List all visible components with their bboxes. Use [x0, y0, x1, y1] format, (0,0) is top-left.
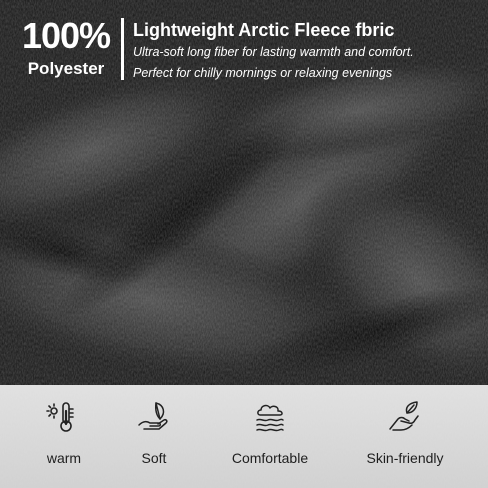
feature-skin-friendly: Skin-friendly — [352, 385, 458, 488]
feature-label-comfortable: Comfortable — [231, 450, 309, 466]
thermometer-sun-icon — [46, 402, 74, 432]
hand-leaf-icon — [389, 401, 419, 431]
feature-soft: Soft — [114, 385, 194, 488]
cloud-waves-icon — [256, 404, 284, 432]
feather-hand-icon — [138, 402, 168, 430]
header: 100% Polyester Lightweight Arctic Fleece… — [0, 0, 488, 96]
feature-label-soft: Soft — [141, 450, 167, 466]
feature-label-skin-friendly: Skin-friendly — [366, 450, 444, 466]
divider — [121, 18, 124, 80]
header-copy: Lightweight Arctic Fleece fbric Ultra-so… — [133, 18, 478, 84]
material-badge: 100% Polyester — [16, 16, 116, 80]
product-image: 100% Polyester Lightweight Arctic Fleece… — [0, 0, 488, 488]
badge-percent: 100% — [21, 15, 111, 56]
feature-warm: warm — [22, 385, 106, 488]
description-line-1: Ultra-soft long fiber for lasting warmth… — [133, 45, 414, 59]
badge-material: Polyester — [27, 59, 105, 78]
features-panel: warm Soft Comfortable Skin-friendly — [0, 385, 488, 488]
feature-label-warm: warm — [46, 450, 82, 466]
feature-comfortable: Comfortable — [220, 385, 320, 488]
description-line-2: Perfect for chilly mornings or relaxing … — [133, 66, 393, 80]
product-title: Lightweight Arctic Fleece fbric — [133, 20, 395, 40]
